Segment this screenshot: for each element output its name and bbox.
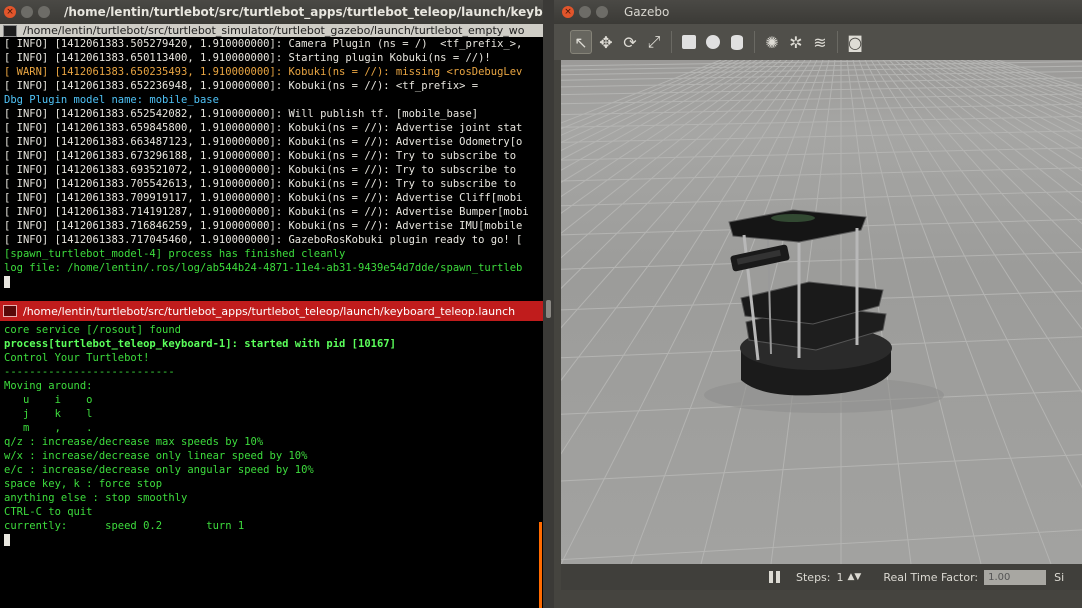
maximize-icon[interactable] — [596, 6, 608, 18]
terminal-line: [ INFO] [1412061383.705542613, 1.9100000… — [4, 178, 517, 190]
real-time-factor-field: 1.00 — [984, 569, 1047, 585]
toolbar-separator — [754, 31, 755, 53]
terminal-line: Dbg Plugin model name: mobile_base — [4, 94, 219, 106]
toolbar-separator — [837, 31, 838, 53]
scroll-indicator — [539, 522, 542, 608]
window-title: Gazebo — [624, 5, 670, 19]
sim-time-label: Si — [1054, 570, 1065, 584]
translate-mode-icon[interactable]: ✥ — [596, 31, 616, 53]
terminal-tab-active[interactable]: /home/lentin/turtlebot/src/turtlebot_app… — [0, 301, 543, 321]
terminal-line: [ INFO] [1412061383.663487123, 1.9100000… — [4, 136, 523, 148]
directional-light-icon[interactable]: ≋ — [810, 31, 830, 53]
terminal-line: [spawn_turtlebot_model-4] process has fi… — [4, 248, 346, 260]
terminal-line: space key, k : force stop — [4, 478, 163, 490]
close-icon[interactable]: × — [562, 6, 574, 18]
terminal-line: currently: speed 0.2 turn 1 — [4, 520, 245, 532]
steps-spinner-icon[interactable]: ▲▼ — [847, 572, 861, 582]
window-bottom-edge — [554, 590, 1082, 608]
window-title: /home/lentin/turtlebot/src/turtlebot_app… — [64, 5, 543, 19]
terminal-prompt-line[interactable] — [4, 533, 543, 547]
toolbar-separator — [671, 31, 672, 53]
terminal-line: q/z : increase/decrease max speeds by 10… — [4, 436, 264, 448]
box-shape-icon[interactable] — [679, 31, 699, 53]
terminal-line: [ INFO] [1412061383.505279420, 1.9100000… — [4, 38, 523, 50]
terminal-icon — [3, 305, 17, 317]
window-titlebar[interactable]: × Gazebo — [554, 0, 1082, 24]
terminal-line: e/c : increase/decrease only angular spe… — [4, 464, 314, 476]
terminal-line: anything else : stop smoothly — [4, 492, 188, 504]
terminal-line: [ INFO] [1412061383.650113400, 1.9100000… — [4, 52, 491, 64]
terminal-line: w/x : increase/decrease only linear spee… — [4, 450, 308, 462]
sphere-shape-icon[interactable] — [703, 31, 723, 53]
tab-title: /home/lentin/turtlebot/src/turtlebot_sim… — [23, 24, 525, 37]
window-divider[interactable] — [543, 0, 554, 608]
point-light-icon[interactable]: ✺ — [762, 31, 782, 53]
terminal-line: Moving around: — [4, 380, 93, 392]
terminal-line: log file: /home/lentin/.ros/log/ab544b24… — [4, 262, 523, 274]
terminal-line: CTRL-C to quit — [4, 506, 93, 518]
terminal-icon — [3, 24, 17, 37]
screenshot-camera-icon[interactable]: ◙ — [845, 31, 865, 53]
real-time-factor-label: Real Time Factor: — [883, 570, 979, 584]
terminal-line: [ INFO] [1412061383.673296188, 1.9100000… — [4, 150, 517, 162]
terminal-line: [ INFO] [1412061383.716846259, 1.9100000… — [4, 220, 523, 232]
rotate-mode-icon[interactable]: ⟳ — [620, 31, 640, 53]
cylinder-shape-icon[interactable] — [727, 31, 747, 53]
terminal-line: [ INFO] [1412061383.709919117, 1.9100000… — [4, 192, 523, 204]
pause-icon[interactable] — [769, 571, 780, 583]
scene-svg — [561, 60, 1082, 564]
terminal-line: [ WARN] [1412061383.650235493, 1.9100000… — [4, 66, 523, 78]
gazebo-window: × Gazebo ↖ ✥ ⟳ ⤢ ✺ ✲ ≋ ◙ Steps: 1 ▲▼ Rea… — [554, 0, 1082, 608]
resize-grip-icon[interactable] — [546, 300, 551, 318]
minimize-icon[interactable] — [579, 6, 591, 18]
terminal-line: [ INFO] [1412061383.652236948, 1.9100000… — [4, 80, 479, 92]
window-controls: × — [4, 6, 50, 18]
terminal-tab[interactable]: /home/lentin/turtlebot/src/turtlebot_sim… — [0, 24, 543, 37]
minimize-icon[interactable] — [21, 6, 33, 18]
terminal-cursor — [4, 276, 10, 288]
terminal-line: u i o — [4, 394, 93, 406]
terminal-line: [ INFO] [1412061383.714191287, 1.9100000… — [4, 206, 529, 218]
terminal-window-teleop: /home/lentin/turtlebot/src/turtlebot_app… — [0, 301, 543, 608]
terminal-line: [ INFO] [1412061383.717045460, 1.9100000… — [4, 234, 523, 246]
terminal-cursor — [4, 534, 10, 546]
terminal-line: m , . — [4, 422, 93, 434]
simulation-status-bar: Steps: 1 ▲▼ Real Time Factor: 1.00 Si — [561, 564, 1082, 590]
gazebo-toolbar: ↖ ✥ ⟳ ⤢ ✺ ✲ ≋ ◙ — [554, 24, 1082, 60]
terminal-output[interactable]: [ INFO] [1412061383.505279420, 1.9100000… — [4, 37, 543, 289]
terminal-line: process[turtlebot_teleop_keyboard-1]: st… — [4, 338, 396, 350]
steps-label: Steps: — [796, 570, 831, 584]
turtlebot-robot[interactable] — [704, 209, 944, 413]
close-icon[interactable]: × — [4, 6, 16, 18]
terminal-line: --------------------------- — [4, 366, 175, 378]
terminal-output[interactable]: core service [/rosout] found process[turt… — [4, 323, 543, 547]
terminal-line: j k l — [4, 408, 93, 420]
steps-value[interactable]: 1 — [836, 571, 843, 584]
terminal-window-gazebo: × /home/lentin/turtlebot/src/turtlebot_a… — [0, 0, 543, 301]
terminal-line: Control Your Turtlebot! — [4, 352, 150, 364]
tab-title: /home/lentin/turtlebot/src/turtlebot_app… — [23, 304, 516, 318]
window-titlebar[interactable]: × /home/lentin/turtlebot/src/turtlebot_a… — [0, 0, 543, 24]
scale-mode-icon[interactable]: ⤢ — [644, 31, 664, 53]
terminal-prompt-line[interactable] — [4, 275, 543, 289]
terminal-line: [ INFO] [1412061383.652542082, 1.9100000… — [4, 108, 479, 120]
maximize-icon[interactable] — [38, 6, 50, 18]
spot-light-icon[interactable]: ✲ — [786, 31, 806, 53]
3d-viewport[interactable] — [561, 60, 1082, 564]
terminal-line: [ INFO] [1412061383.693521072, 1.9100000… — [4, 164, 517, 176]
window-controls: × — [562, 6, 608, 18]
select-mode-icon[interactable]: ↖ — [570, 30, 592, 54]
terminal-line: core service [/rosout] found — [4, 324, 182, 336]
terminal-line: [ INFO] [1412061383.659845800, 1.9100000… — [4, 122, 523, 134]
